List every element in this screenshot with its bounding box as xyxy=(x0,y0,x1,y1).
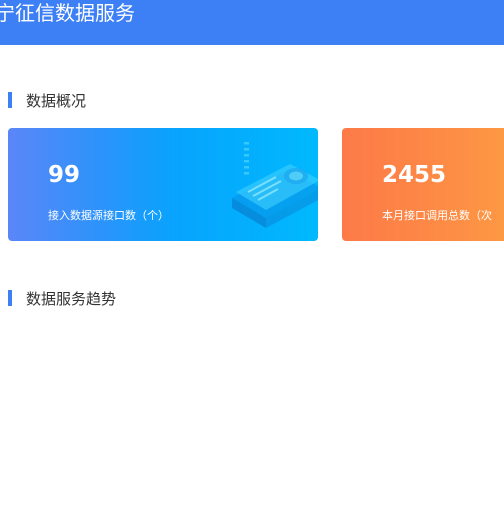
stat-value: 99 xyxy=(48,162,81,188)
book-device-icon xyxy=(232,142,318,228)
stat-value: 2455 xyxy=(382,162,447,188)
section-title-text: 数据服务趋势 xyxy=(26,289,117,308)
stat-card-monthly-calls: 2455 本月接口调用总数（次 xyxy=(342,128,504,241)
app-header: 宁征信数据服务 xyxy=(0,0,504,45)
section-title-text: 数据概况 xyxy=(26,91,87,110)
section-title-overview: 数据概况 xyxy=(8,91,87,110)
stat-card-data-sources: 99 接入数据源接口数（个） xyxy=(8,128,318,241)
section-accent-bar xyxy=(8,290,12,306)
stat-label: 接入数据源接口数（个） xyxy=(48,209,169,222)
section-title-trend: 数据服务趋势 xyxy=(8,289,117,308)
app-title: 宁征信数据服务 xyxy=(0,1,135,25)
stat-label: 本月接口调用总数（次 xyxy=(382,209,492,222)
section-accent-bar xyxy=(8,92,12,108)
